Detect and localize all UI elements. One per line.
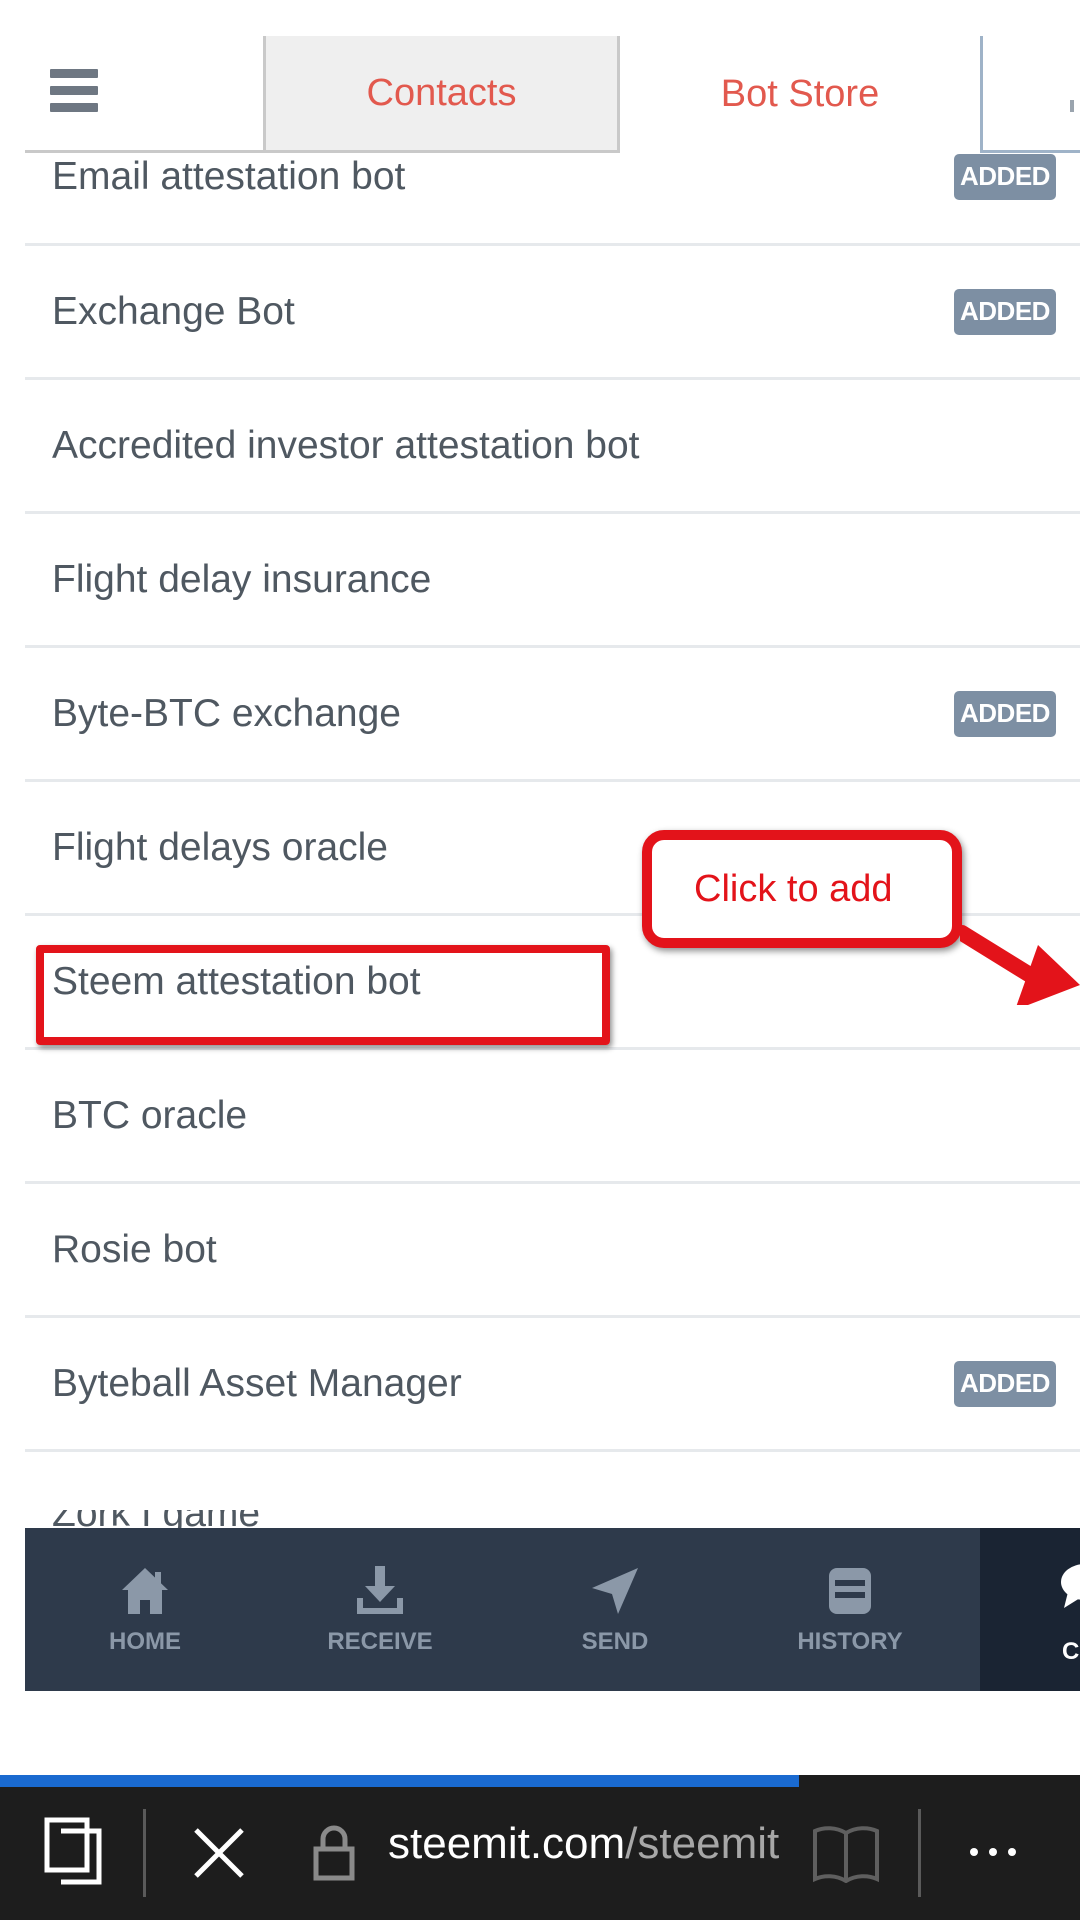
- nav-label: SEND: [581, 1627, 649, 1655]
- arrow-icon: [960, 925, 1080, 1005]
- nav-chat[interactable]: C: [980, 1528, 1080, 1691]
- bot-row-accredited-investor[interactable]: Accredited investor attestation bot: [25, 380, 1080, 514]
- bot-row-flight-delay-insurance[interactable]: Flight delay insurance: [25, 514, 1080, 648]
- nav-history[interactable]: HISTORY: [730, 1528, 970, 1691]
- close-icon[interactable]: [193, 1827, 245, 1879]
- progress-fill: [0, 1775, 800, 1787]
- bot-name: Byte-BTC exchange: [52, 691, 402, 735]
- chat-icon: [1061, 1564, 1080, 1608]
- bot-row-partial[interactable]: Zork I game: [52, 1510, 260, 1530]
- tabs-icon[interactable]: [44, 1817, 102, 1885]
- bot-name: Flight delays oracle: [52, 825, 388, 869]
- receive-icon: [357, 1565, 403, 1614]
- reading-view-icon[interactable]: [812, 1823, 880, 1883]
- nav-label: HOME: [109, 1627, 181, 1655]
- send-icon: [592, 1567, 638, 1614]
- added-badge: ADDED: [954, 288, 1056, 335]
- bot-row-email-attestation[interactable]: Email attestation bot ADDED: [25, 110, 1080, 246]
- bot-name: BTC oracle: [52, 1093, 248, 1137]
- bot-list: Email attestation bot ADDED Exchange Bot…: [25, 118, 1080, 1452]
- nav-home[interactable]: HOME: [25, 1528, 265, 1691]
- bot-row-rosie[interactable]: Rosie bot: [25, 1184, 1080, 1318]
- bot-name: Email attestation bot: [52, 154, 406, 198]
- home-icon: [122, 1567, 168, 1614]
- highlight-box: [36, 945, 610, 1045]
- bot-name: Accredited investor attestation bot: [52, 423, 640, 467]
- page-load-progress: [0, 1775, 1080, 1787]
- url-path: /steemit: [625, 1819, 780, 1868]
- bot-name: Exchange Bot: [52, 289, 295, 333]
- bot-row-btc-oracle[interactable]: BTC oracle: [25, 1050, 1080, 1184]
- lock-icon: [313, 1825, 355, 1881]
- history-icon: [829, 1567, 871, 1614]
- nav-label: RECEIVE: [327, 1627, 433, 1655]
- callout-text: Click to add: [694, 867, 893, 910]
- separator: [143, 1809, 146, 1897]
- bot-name: Byteball Asset Manager: [52, 1361, 462, 1405]
- nav-label: HISTORY: [797, 1627, 903, 1655]
- nav-label: C: [1062, 1638, 1080, 1665]
- separator: [918, 1809, 921, 1897]
- bot-row-exchange[interactable]: Exchange Bot ADDED: [25, 246, 1080, 380]
- more-icon[interactable]: [968, 1845, 1018, 1859]
- browser-toolbar: steemit.com/steemit: [0, 1787, 1080, 1920]
- bot-row-byteball-asset-manager[interactable]: Byteball Asset Manager ADDED: [25, 1318, 1080, 1452]
- callout-bubble: Click to add: [642, 830, 962, 948]
- added-badge: ADDED: [954, 690, 1056, 737]
- address-bar[interactable]: steemit.com/steemit: [388, 1819, 790, 1869]
- nav-receive[interactable]: RECEIVE: [260, 1528, 500, 1691]
- bot-row-byte-btc-exchange[interactable]: Byte-BTC exchange ADDED: [25, 648, 1080, 782]
- url-domain: steemit.com: [388, 1819, 626, 1868]
- bot-name: Flight delay insurance: [52, 557, 432, 601]
- bottom-nav: HOME RECEIVE SEND HISTORY C: [25, 1528, 1080, 1691]
- bot-name: Rosie bot: [52, 1227, 217, 1271]
- added-badge: ADDED: [954, 153, 1056, 200]
- nav-send[interactable]: SEND: [495, 1528, 735, 1691]
- added-badge: ADDED: [954, 1360, 1056, 1407]
- bot-name: Zork I game: [52, 1510, 260, 1530]
